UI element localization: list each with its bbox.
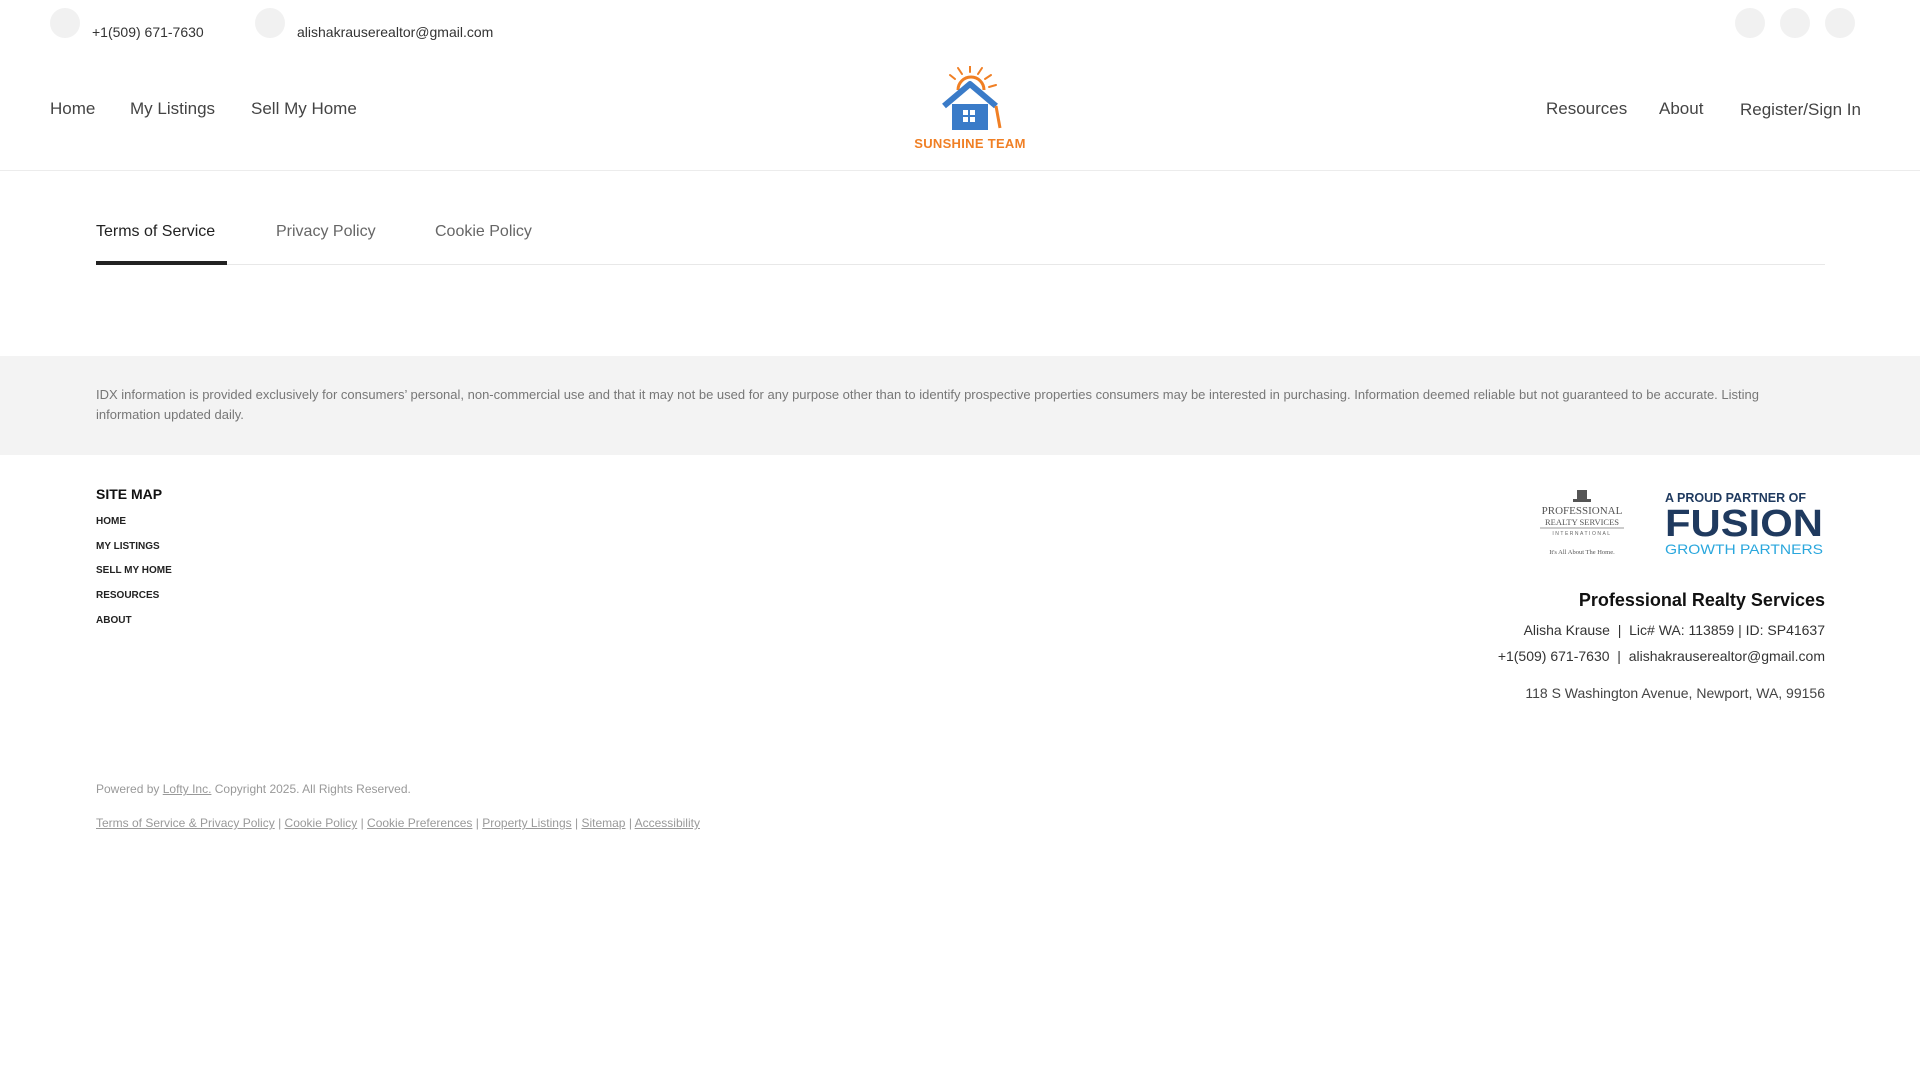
separator: | bbox=[574, 816, 579, 830]
powered-by-line: Powered by Lofty Inc. Copyright 2025. Al… bbox=[96, 782, 411, 796]
pro-line3: INTERNATIONAL bbox=[1552, 531, 1611, 537]
fusion-sub: GROWTH PARTNERS bbox=[1665, 541, 1823, 557]
sitemap-item-resources[interactable]: RESOURCES bbox=[96, 590, 159, 601]
top-contact-bar: +1(509) 671-7630 alishakrauserealtor@gma… bbox=[0, 0, 1920, 60]
cookie-preferences-link[interactable]: Cookie Preferences bbox=[367, 816, 472, 830]
tab-terms-of-service[interactable]: Terms of Service bbox=[96, 223, 215, 241]
instagram-icon[interactable] bbox=[1780, 8, 1810, 38]
idx-disclaimer-band: IDX information is provided exclusively … bbox=[0, 356, 1920, 455]
professional-realty-logo: PROFESSIONAL REALTY SERVICES INTERNATION… bbox=[1535, 490, 1629, 558]
header-divider bbox=[0, 170, 1920, 171]
logo-text: SUNSHINE TEAM bbox=[914, 136, 1026, 151]
property-listings-link[interactable]: Property Listings bbox=[482, 816, 571, 830]
register-sign-in-link[interactable]: Register/Sign In bbox=[1740, 100, 1861, 120]
accessibility-link[interactable]: Accessibility bbox=[635, 816, 700, 830]
nav-about[interactable]: About bbox=[1659, 99, 1703, 119]
pro-tagline: It's All About The Home. bbox=[1549, 549, 1615, 556]
top-email[interactable]: alishakrauserealtor@gmail.com bbox=[297, 24, 493, 40]
active-tab-indicator bbox=[96, 261, 227, 265]
nav-resources[interactable]: Resources bbox=[1546, 99, 1627, 119]
sunshine-team-logo[interactable]: SUNSHINE TEAM bbox=[910, 65, 1030, 156]
facebook-icon[interactable] bbox=[1735, 8, 1765, 38]
tabs-divider bbox=[96, 264, 1825, 265]
sitemap-item-home[interactable]: HOME bbox=[96, 516, 126, 527]
nav-my-listings[interactable]: My Listings bbox=[130, 99, 215, 119]
sitemap-link[interactable]: Sitemap bbox=[581, 816, 625, 830]
agent-license-line: Alisha Krause | Lic# WA: 113859 | ID: SP… bbox=[1523, 622, 1825, 638]
cookie-policy-link[interactable]: Cookie Policy bbox=[285, 816, 358, 830]
sitemap-title: SITE MAP bbox=[96, 486, 163, 502]
linkedin-icon[interactable] bbox=[1825, 8, 1855, 38]
separator: | bbox=[628, 816, 632, 830]
tab-cookie-policy[interactable]: Cookie Policy bbox=[435, 223, 532, 241]
sitemap-item-sell-my-home[interactable]: SELL MY HOME bbox=[96, 565, 172, 576]
sitemap-item-my-listings[interactable]: MY LISTINGS bbox=[96, 541, 160, 552]
nav-sell-my-home[interactable]: Sell My Home bbox=[251, 99, 357, 119]
company-contact-line[interactable]: +1(509) 671-7630 | alishakrauserealtor@g… bbox=[1498, 648, 1825, 664]
copyright-text: Copyright 2025. All Rights Reserved. bbox=[214, 782, 411, 796]
pro-line2: REALTY SERVICES bbox=[1545, 517, 1619, 527]
email-icon[interactable] bbox=[255, 8, 285, 38]
sun-house-icon bbox=[942, 65, 1002, 130]
terms-privacy-link[interactable]: Terms of Service & Privacy Policy bbox=[96, 816, 275, 830]
nav-home[interactable]: Home bbox=[50, 99, 95, 119]
lofty-link[interactable]: Lofty Inc. bbox=[163, 782, 212, 796]
idx-disclaimer: IDX information is provided exclusively … bbox=[96, 387, 1759, 422]
professional-realty-emblem: PROFESSIONAL REALTY SERVICES INTERNATION… bbox=[1540, 490, 1624, 556]
separator: | bbox=[278, 816, 282, 830]
pro-line1: PROFESSIONAL bbox=[1542, 505, 1623, 517]
top-phone[interactable]: +1(509) 671-7630 bbox=[92, 24, 204, 40]
legal-links: Terms of Service & Privacy Policy | Cook… bbox=[96, 816, 700, 830]
fusion-main: FUSION bbox=[1665, 503, 1823, 545]
separator: | bbox=[360, 816, 364, 830]
phone-icon[interactable] bbox=[50, 8, 80, 38]
separator: | bbox=[475, 816, 479, 830]
tab-privacy-policy[interactable]: Privacy Policy bbox=[276, 223, 376, 241]
company-address: 118 S Washington Avenue, Newport, WA, 99… bbox=[1525, 685, 1825, 701]
sitemap-item-about[interactable]: ABOUT bbox=[96, 615, 132, 626]
fusion-emblem: A PROUD PARTNER OF FUSION GROWTH PARTNER… bbox=[1665, 491, 1823, 557]
powered-prefix: Powered by bbox=[96, 782, 160, 796]
fusion-partner-logo: A PROUD PARTNER OF FUSION GROWTH PARTNER… bbox=[1665, 490, 1825, 558]
company-name: Professional Realty Services bbox=[1578, 590, 1825, 610]
